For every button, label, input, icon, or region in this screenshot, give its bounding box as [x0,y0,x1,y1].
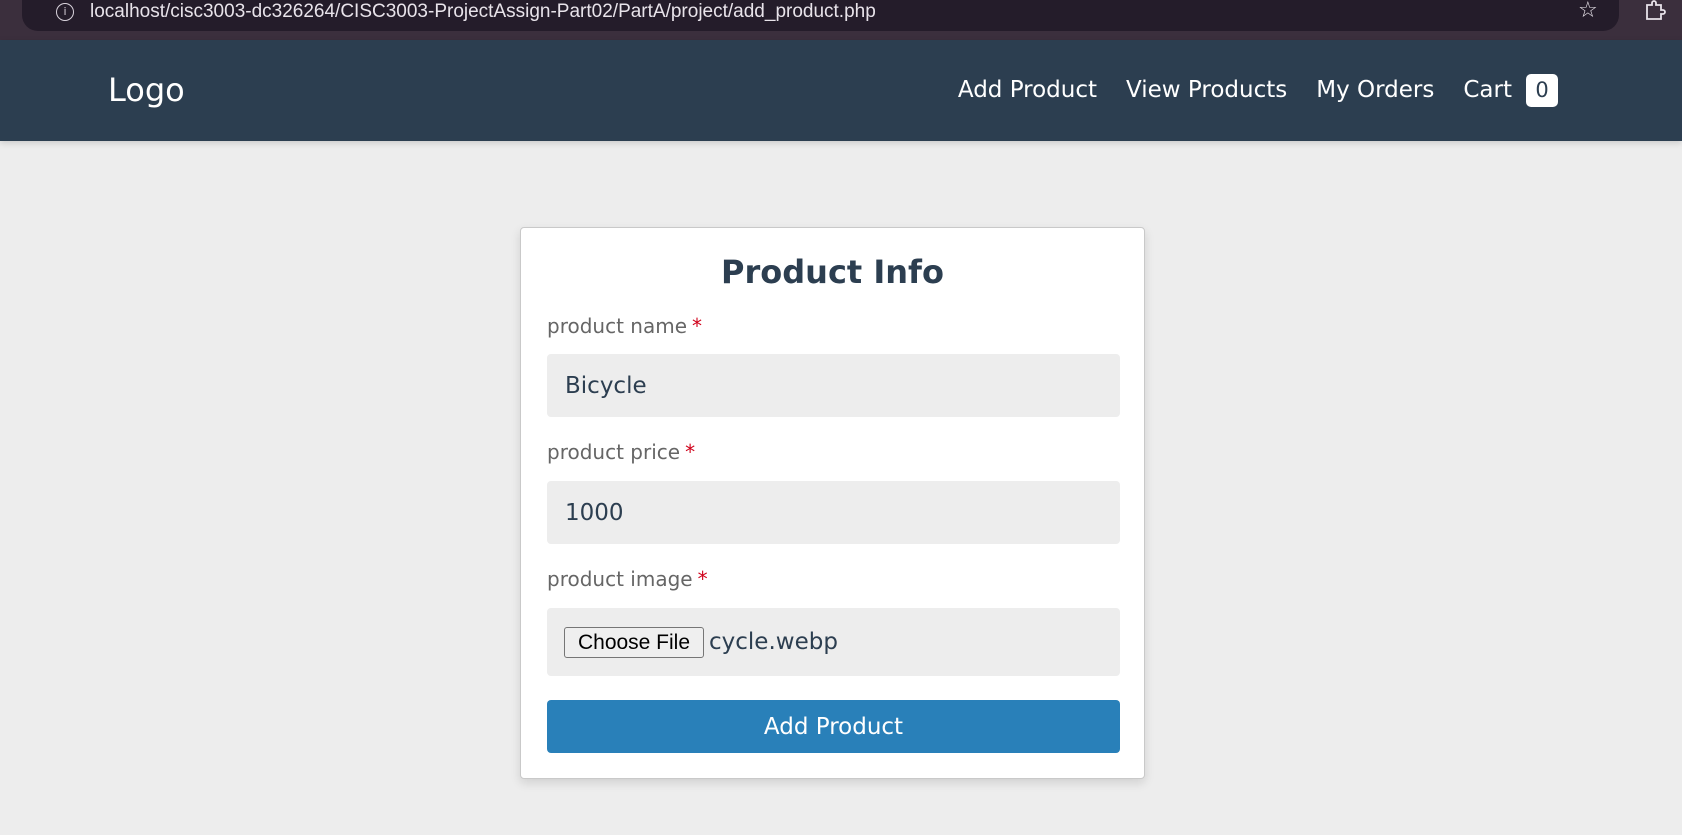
nav-add-product[interactable]: Add Product [958,77,1097,103]
nav-cart[interactable]: Cart 0 [1463,73,1558,107]
add-product-button[interactable]: Add Product [547,700,1120,753]
puzzle-icon[interactable] [1644,0,1666,20]
nav-links: Add Product View Products My Orders Cart… [958,70,1558,110]
form-title: Product Info [721,253,944,291]
nav-my-orders[interactable]: My Orders [1316,77,1434,103]
required-marker: * [685,440,696,464]
product-form: Product Info product name* product price… [520,227,1145,779]
product-image-field: Choose File cycle.webp [547,608,1120,676]
url-text[interactable]: localhost/cisc3003-dc326264/CISC3003-Pro… [90,1,876,23]
product-image-label: product image * [547,567,708,591]
product-price-input[interactable] [547,481,1120,544]
browser-toolbar: i localhost/cisc3003-dc326264/CISC3003-P… [0,0,1682,40]
info-icon[interactable]: i [56,3,74,21]
product-price-label: product price * [547,440,695,464]
product-name-label-text: product name [547,314,687,338]
nav-cart-label: Cart [1463,76,1512,103]
choose-file-button[interactable]: Choose File [564,627,704,658]
address-bar[interactable]: i localhost/cisc3003-dc326264/CISC3003-P… [22,0,1619,31]
nav-view-products[interactable]: View Products [1126,77,1287,103]
product-image-label-text: product image [547,567,693,591]
site-navbar: Logo Add Product View Products My Orders… [0,40,1682,141]
required-marker: * [697,567,708,591]
star-icon[interactable]: ☆ [1578,0,1598,22]
site-logo[interactable]: Logo [108,70,185,110]
required-marker: * [692,314,702,338]
cart-count-badge: 0 [1526,73,1558,107]
product-price-label-text: product price [547,440,681,464]
selected-file-name: cycle.webp [709,629,838,655]
product-name-input[interactable] [547,354,1120,417]
product-name-label: product name * [547,314,702,338]
